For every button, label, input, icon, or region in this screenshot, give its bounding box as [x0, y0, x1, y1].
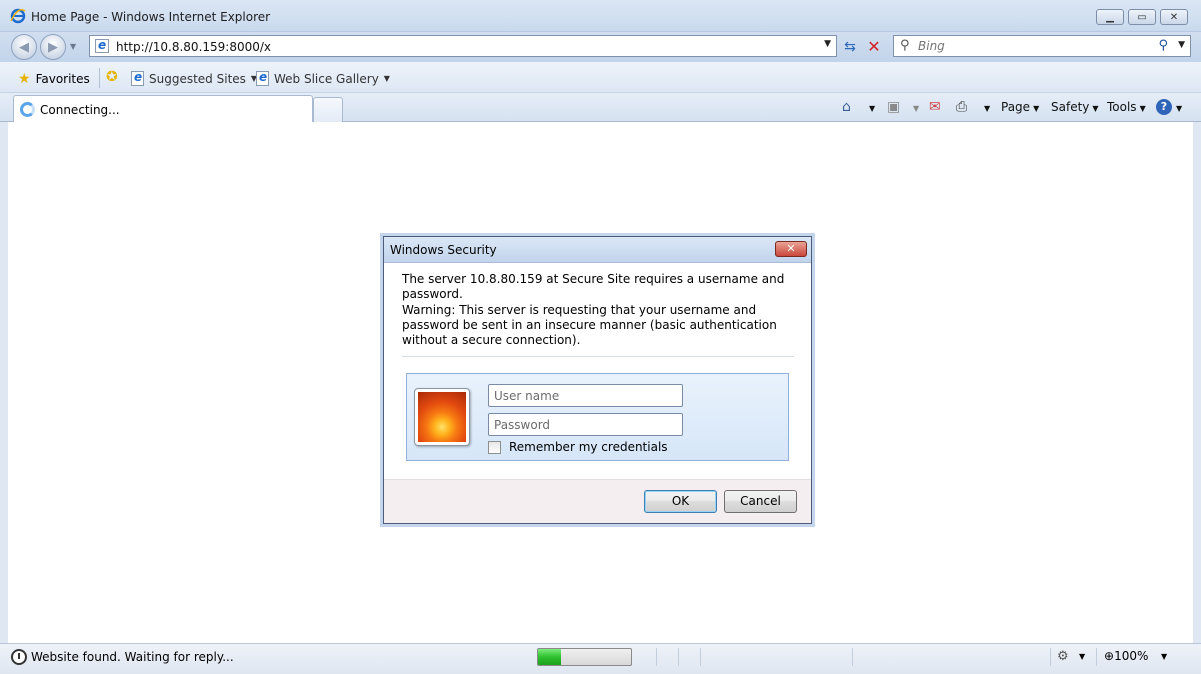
address-bar[interactable]: http://10.8.80.159:8000/x ▼	[89, 35, 837, 57]
page-menu-label: Page	[1001, 100, 1031, 114]
progress-bar	[537, 648, 632, 666]
chevron-down-icon: ▼	[383, 74, 390, 83]
close-icon: ✕	[786, 242, 796, 255]
zoom-level[interactable]: ⊕100%	[1104, 649, 1148, 663]
recent-pages-dropdown[interactable]: ▼	[70, 42, 76, 51]
help-icon[interactable]: ?	[1156, 99, 1172, 115]
read-mail-icon[interactable]: ✉	[929, 99, 941, 115]
password-input[interactable]	[489, 414, 682, 435]
username-field[interactable]	[488, 384, 683, 407]
favorites-star-icon: ★	[18, 71, 31, 87]
suggested-sites-link[interactable]: Suggested Sites ▼	[131, 70, 257, 86]
favorites-divider	[99, 68, 100, 88]
add-to-favorites-icon[interactable]: ✪	[106, 69, 118, 85]
busy-clock-icon	[11, 649, 27, 665]
username-input[interactable]	[489, 385, 682, 406]
tools-menu[interactable]: Tools ▼	[1107, 100, 1146, 114]
dialog-close-button[interactable]: ✕	[775, 241, 807, 257]
status-divider	[678, 648, 679, 666]
user-avatar	[414, 388, 470, 446]
windows-security-dialog: Windows Security ✕ The server 10.8.80.15…	[383, 236, 812, 524]
remember-checkbox[interactable]	[488, 440, 501, 454]
home-icon[interactable]: ⌂	[842, 99, 851, 115]
dialog-title: Windows Security	[390, 243, 497, 257]
favorites-bar: ★ Favorites ✪ Suggested Sites ▼ Web Slice…	[0, 62, 1201, 93]
stop-icon: ✕	[867, 37, 881, 56]
navigation-bar: ◀ ▶ ▼ http://10.8.80.159:8000/x ▼ ⇆ ✕ ⚲ …	[0, 32, 1201, 62]
suggested-sites-label: Suggested Sites	[149, 71, 246, 86]
status-divider	[1050, 648, 1051, 666]
window-title: Home Page - Windows Internet Explorer	[31, 10, 271, 24]
help-dropdown[interactable]: ▼	[1173, 100, 1182, 114]
home-dropdown[interactable]: ▼	[866, 100, 875, 114]
search-input[interactable]	[918, 38, 1148, 54]
dialog-title-bar: Windows Security ✕	[384, 237, 811, 263]
ie-page-icon	[256, 70, 269, 86]
refresh-icon: ⇆	[844, 39, 856, 55]
maximize-button[interactable]: ▭	[1128, 9, 1156, 25]
protected-mode-dropdown[interactable]: ▼	[1079, 652, 1085, 661]
address-url[interactable]: http://10.8.80.159:8000/x	[116, 40, 271, 54]
refresh-button[interactable]: ⇆	[840, 37, 860, 57]
tab-label: Connecting...	[40, 103, 120, 117]
dialog-divider	[402, 356, 794, 357]
forward-arrow-icon: ▶	[48, 39, 58, 55]
back-arrow-icon: ◀	[19, 39, 29, 55]
protected-mode-icon[interactable]: ⚙	[1057, 649, 1069, 664]
status-bar: Website found. Waiting for reply... ⚙ ▼ …	[0, 643, 1201, 674]
flower-picture-icon	[418, 392, 466, 442]
stop-button[interactable]: ✕	[864, 37, 884, 57]
status-divider	[656, 648, 657, 666]
search-box[interactable]: ⚲ ⚲ ▼	[893, 35, 1191, 57]
back-button[interactable]: ◀	[11, 34, 37, 60]
new-tab-button[interactable]	[313, 97, 343, 122]
close-window-button[interactable]: ✕	[1160, 9, 1188, 25]
remember-credentials[interactable]: Remember my credentials	[488, 440, 668, 454]
tools-menu-label: Tools	[1107, 100, 1137, 114]
cancel-button[interactable]: Cancel	[724, 490, 797, 513]
search-icon[interactable]: ⚲	[1158, 38, 1168, 53]
favorites-label: Favorites	[35, 72, 90, 86]
ie-logo-icon	[10, 8, 26, 24]
status-divider	[700, 648, 701, 666]
forward-button[interactable]: ▶	[40, 34, 66, 60]
dialog-message: The server 10.8.80.159 at Secure Site re…	[402, 272, 785, 301]
status-divider	[852, 648, 853, 666]
close-icon: ✕	[1169, 11, 1179, 23]
print-dropdown[interactable]: ▼	[981, 100, 990, 114]
credential-tile: Remember my credentials	[406, 373, 789, 461]
zoom-value: 100%	[1114, 649, 1149, 663]
loading-spinner-icon	[20, 102, 35, 117]
minimize-button[interactable]: ▁	[1096, 9, 1124, 25]
feeds-dropdown[interactable]: ▼	[910, 100, 919, 114]
search-provider-icon: ⚲	[900, 38, 910, 53]
zoom-icon: ⊕	[1104, 649, 1115, 663]
page-menu[interactable]: Page ▼	[1001, 100, 1039, 114]
search-options-dropdown[interactable]: ▼	[1178, 40, 1185, 50]
title-bar: Home Page - Windows Internet Explorer ▁ …	[0, 0, 1201, 32]
remember-label: Remember my credentials	[509, 440, 668, 454]
page-icon	[95, 38, 109, 53]
address-dropdown-icon[interactable]: ▼	[824, 39, 831, 49]
tab-connecting[interactable]: Connecting...	[13, 95, 313, 122]
favorites-button[interactable]: ★ Favorites	[18, 71, 90, 87]
print-icon[interactable]: ⎙	[956, 99, 967, 115]
password-field[interactable]	[488, 413, 683, 436]
zoom-dropdown[interactable]: ▼	[1161, 652, 1167, 661]
safety-menu[interactable]: Safety ▼	[1051, 100, 1099, 114]
progress-fill	[538, 649, 562, 665]
maximize-icon: ▭	[1137, 11, 1147, 23]
rss-feed-icon[interactable]: ▣	[887, 99, 900, 115]
web-slice-gallery-link[interactable]: Web Slice Gallery ▼	[256, 70, 390, 86]
web-slice-gallery-label: Web Slice Gallery	[274, 71, 379, 86]
minimize-icon: ▁	[1106, 11, 1114, 23]
ie-page-icon	[131, 70, 144, 86]
status-text: Website found. Waiting for reply...	[31, 650, 234, 664]
ok-button[interactable]: OK	[644, 490, 717, 513]
safety-menu-label: Safety	[1051, 100, 1090, 114]
dialog-warning: Warning: This server is requesting that …	[402, 303, 777, 347]
status-divider	[1096, 648, 1097, 666]
tab-row: Connecting... ⌂ ▼ ▣ ▼ ✉ ⎙ ▼ Page ▼ Safety…	[0, 93, 1201, 122]
dialog-footer: OK Cancel	[384, 479, 811, 523]
